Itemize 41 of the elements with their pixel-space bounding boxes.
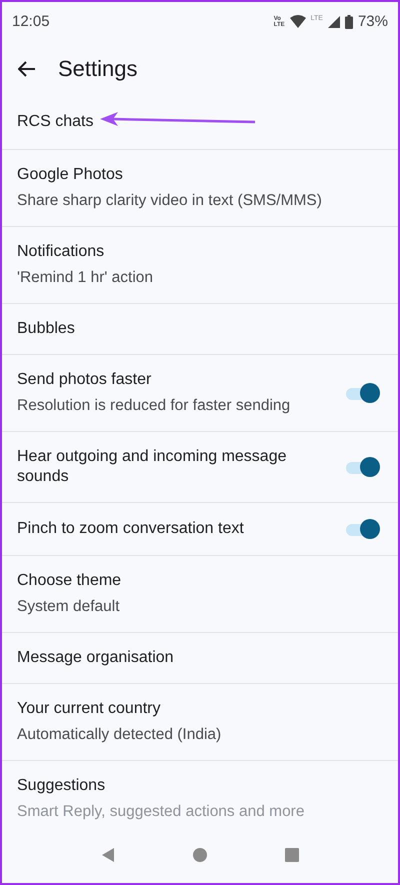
toggle-switch[interactable] — [346, 456, 380, 478]
home-nav-icon[interactable] — [193, 848, 207, 862]
back-button[interactable] — [16, 59, 38, 80]
setting-title: Notifications — [17, 242, 104, 262]
back-nav-icon[interactable] — [101, 848, 115, 862]
setting-title: Choose theme — [17, 571, 122, 592]
settings-item[interactable]: Suggestions Smart Reply, suggested actions and more — [2, 760, 398, 838]
setting-title: Bubbles — [17, 319, 75, 340]
setting-description: 'Remind 1 hr' action — [17, 268, 154, 288]
settings-item[interactable]: RCS chats — [2, 97, 398, 150]
settings-item[interactable]: Your current country Automatically detected (India) — [2, 683, 398, 760]
setting-title: Message organisation — [17, 648, 174, 668]
setting-description: Resolution is reduced for faster sending — [17, 396, 290, 416]
status-time: 12:05 — [12, 13, 50, 30]
setting-title: Your current country — [17, 699, 160, 720]
recents-nav-icon[interactable] — [285, 848, 299, 862]
setting-title: Hear outgoing and incoming message sounds — [17, 447, 288, 488]
settings-item[interactable]: Send photos faster Resolution is reduced for faster sending — [2, 354, 398, 432]
settings-item[interactable]: Notifications 'Remind 1 hr' action — [2, 226, 398, 304]
setting-description: Smart Reply, suggested actions and more — [17, 802, 304, 822]
setting-title: Google Photos — [17, 165, 123, 186]
page-title: Settings — [58, 56, 138, 82]
battery-percent: 73% — [358, 13, 388, 30]
setting-description: Share sharp clarity video in text (SMS/MMS) — [17, 191, 322, 212]
setting-title: RCS chats — [17, 112, 94, 132]
setting-title: Send photos faster — [17, 370, 152, 390]
setting-description: Automatically detected (India) — [17, 725, 222, 746]
setting-description: System default — [17, 597, 120, 618]
settings-item[interactable]: Pinch to zoom conversation text — [2, 502, 398, 556]
signal-icon — [328, 16, 340, 28]
wifi-icon — [290, 15, 306, 28]
toggle-switch[interactable] — [346, 518, 380, 540]
toggle-switch[interactable] — [346, 382, 380, 404]
setting-title: Suggestions — [17, 776, 106, 796]
settings-item[interactable]: Choose theme System default — [2, 555, 398, 632]
settings-item[interactable]: Google Photos Share sharp clarity video in text (SMS/MMS) — [2, 149, 398, 226]
settings-item[interactable]: Bubbles — [2, 303, 398, 354]
setting-title: Pinch to zoom conversation text — [17, 519, 244, 540]
settings-item[interactable]: Hear outgoing and incoming message sounds — [2, 431, 398, 502]
battery-icon — [344, 14, 353, 29]
settings-item[interactable]: Message organisation — [2, 632, 398, 684]
